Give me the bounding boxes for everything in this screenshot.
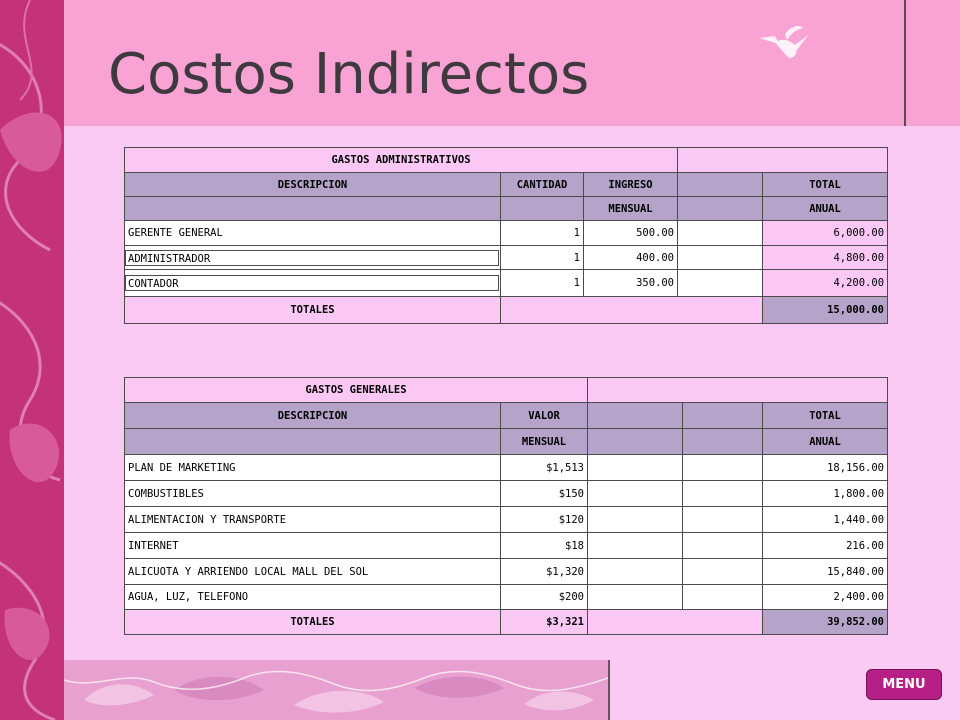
header-valor-1: VALOR: [500, 402, 588, 429]
cell-descripcion: ALICUOTA Y ARRIENDO LOCAL MALL DEL SOL: [124, 558, 501, 585]
totals-label: TOTALES: [124, 609, 501, 635]
header-descripcion: DESCRIPCION: [124, 172, 501, 197]
cell-total: 1,440.00: [761, 506, 889, 533]
cell-cantidad: 1: [500, 245, 584, 270]
totals-total: 15,000.00: [762, 296, 889, 324]
header-blank: [677, 172, 764, 197]
cell-total: 2,400.00: [761, 584, 889, 610]
header-total-2: ANUAL: [761, 428, 889, 455]
header-total-1: TOTAL: [762, 172, 889, 197]
hummingbird-icon: [759, 26, 809, 58]
cell-total: 216.00: [761, 532, 889, 559]
header-ingreso-2: MENSUAL: [582, 196, 679, 221]
cell-descripcion: INTERNET: [124, 532, 501, 559]
cell-valor: $200: [500, 584, 588, 610]
section-title: GASTOS GENERALES: [124, 377, 588, 403]
gastos-generales-table: GASTOS GENERALES DESCRIPCION VALOR TOTAL…: [124, 377, 889, 635]
cell-ingreso: 350.00: [582, 269, 679, 297]
table-row: ADMINISTRADOR 1 400.00 4,800.00: [124, 245, 889, 270]
table-row: AGUA, LUZ, TELEFONO $200 2,400.00: [124, 584, 889, 610]
cell-ingreso: 500.00: [582, 220, 679, 246]
cell-valor: $1,320: [500, 558, 588, 585]
cell-cantidad: 1: [500, 220, 584, 246]
header-descripcion: DESCRIPCION: [124, 402, 501, 429]
header-cantidad: CANTIDAD: [500, 172, 584, 197]
cell-total: 18,156.00: [761, 454, 889, 481]
cell-valor: $18: [500, 532, 588, 559]
menu-button[interactable]: MENU: [866, 669, 942, 700]
table-row: PLAN DE MARKETING $1,513 18,156.00: [124, 454, 889, 481]
table-row: INTERNET $18 216.00: [124, 532, 889, 559]
totals-row: TOTALES $3,321 39,852.00: [124, 609, 889, 635]
left-decorative-strip: [0, 0, 64, 720]
table-row: GERENTE GENERAL 1 500.00 6,000.00: [124, 220, 889, 246]
table-row: ALICUOTA Y ARRIENDO LOCAL MALL DEL SOL $…: [124, 558, 889, 585]
cell-descripcion: ADMINISTRADOR: [124, 245, 501, 270]
cell-valor: $1,513: [500, 454, 588, 481]
cell-ingreso: 400.00: [582, 245, 679, 270]
cell-descripcion: ALIMENTACION Y TRANSPORTE: [124, 506, 501, 533]
feather-pattern-decoration: [64, 670, 608, 713]
cell-descripcion: GERENTE GENERAL: [124, 220, 501, 246]
cell-descripcion: PLAN DE MARKETING: [124, 454, 501, 481]
header-divider-line: [904, 0, 906, 126]
totals-valor: $3,321: [500, 609, 588, 635]
totals-label: TOTALES: [124, 296, 501, 324]
feather-swirl-decoration: [0, 0, 62, 720]
bottom-decorative-strip: [64, 660, 610, 720]
cell-total: 4,800.00: [762, 245, 889, 270]
totals-row: TOTALES 15,000.00: [124, 296, 889, 324]
table-row: ALIMENTACION Y TRANSPORTE $120 1,440.00: [124, 506, 889, 533]
table-row: COMBUSTIBLES $150 1,800.00: [124, 480, 889, 507]
header-total-2: ANUAL: [762, 196, 889, 221]
section-title: GASTOS ADMINISTRATIVOS: [123, 147, 679, 173]
page-title: Costos Indirectos: [108, 42, 590, 107]
table-row: CONTADOR 1 350.00 4,200.00: [124, 269, 889, 297]
cell-total: 15,840.00: [761, 558, 889, 585]
cell-valor: $150: [500, 480, 588, 507]
cell-total: 1,800.00: [761, 480, 889, 507]
cell-valor: $120: [500, 506, 588, 533]
totals-total: 39,852.00: [761, 609, 889, 635]
cell-descripcion: AGUA, LUZ, TELEFONO: [124, 584, 501, 610]
header-ingreso-1: INGRESO: [582, 172, 679, 197]
gastos-administrativos-table: GASTOS ADMINISTRATIVOS DESCRIPCION CANTI…: [123, 147, 889, 324]
cell-total: 4,200.00: [762, 269, 889, 297]
cell-cantidad: 1: [500, 269, 584, 297]
cell-descripcion: CONTADOR: [124, 269, 501, 297]
cell-total: 6,000.00: [762, 220, 889, 246]
cell-descripcion: COMBUSTIBLES: [124, 480, 501, 507]
header-valor-2: MENSUAL: [500, 428, 588, 455]
header-total-1: TOTAL: [761, 402, 889, 429]
